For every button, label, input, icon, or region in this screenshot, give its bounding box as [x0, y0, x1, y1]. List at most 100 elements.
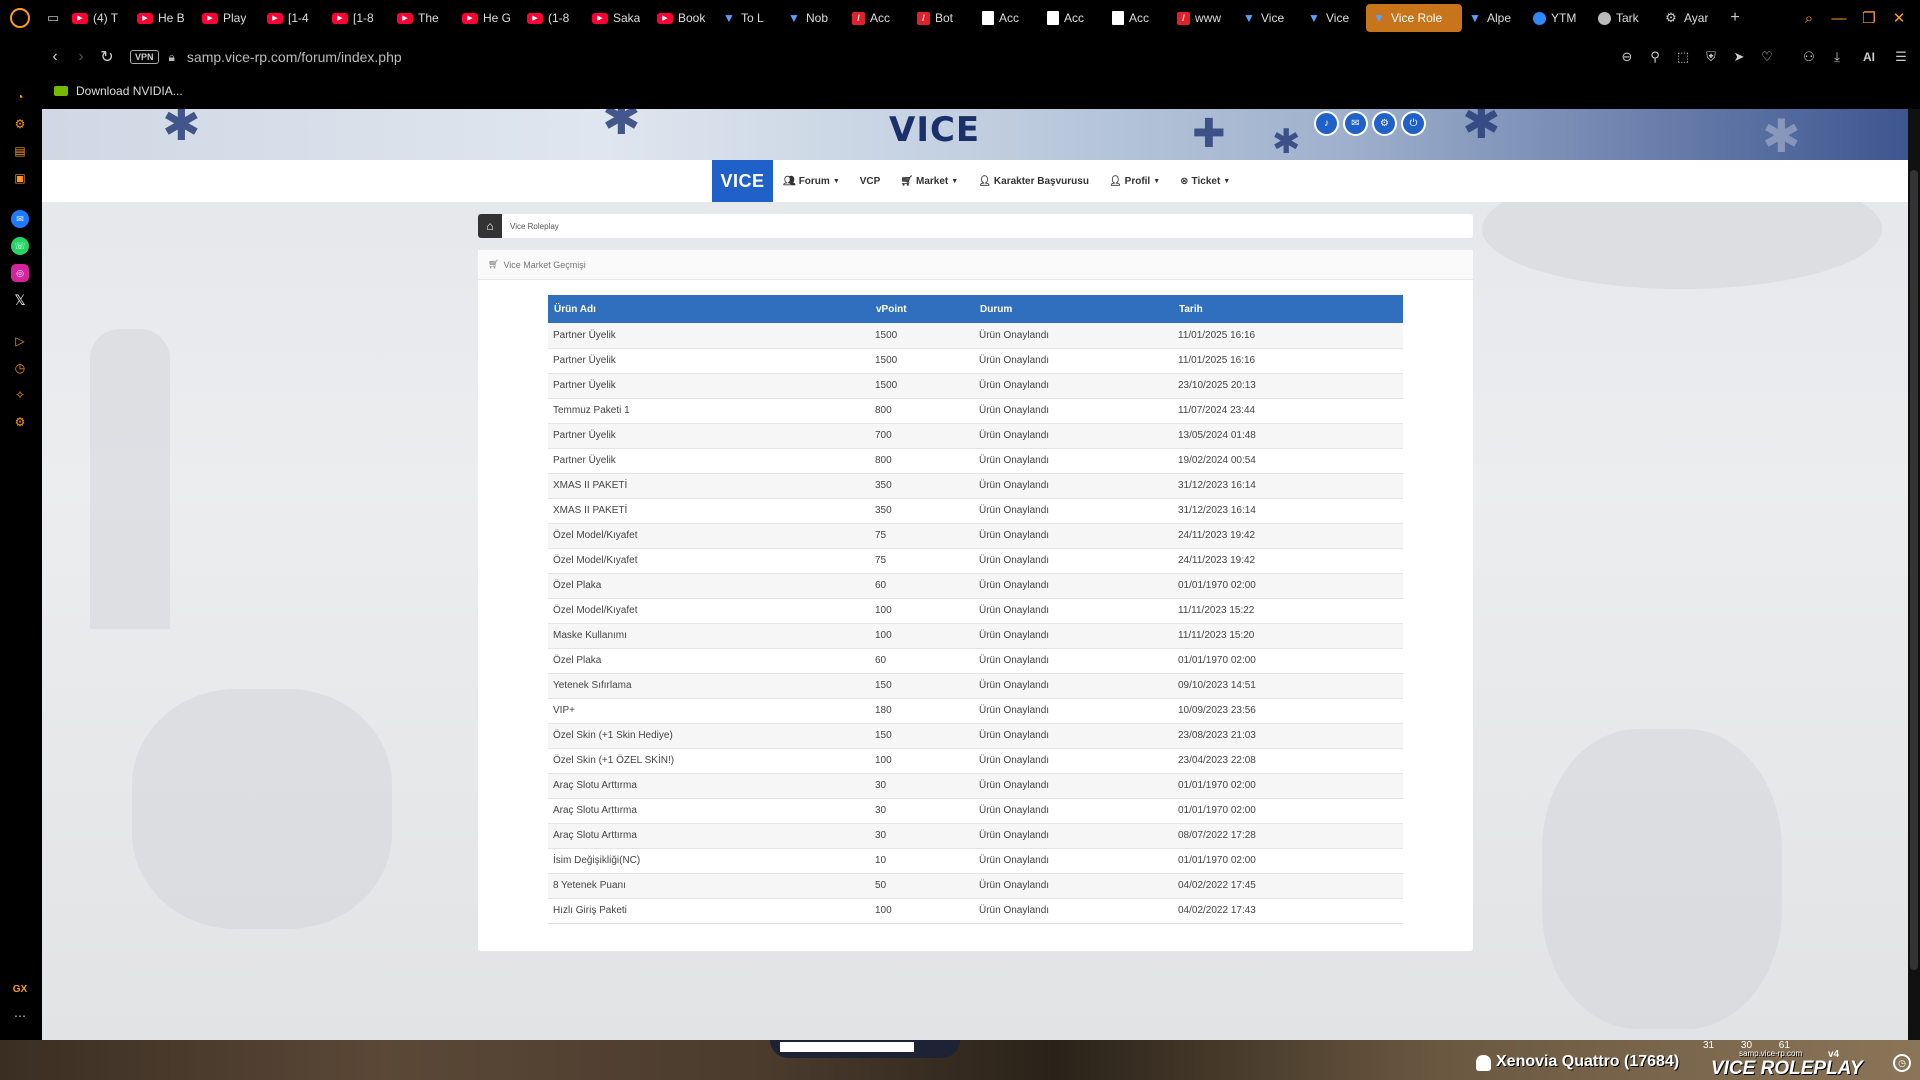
document-icon — [982, 11, 994, 25]
aria-ai-button[interactable]: AI — [1854, 44, 1884, 70]
search-tabs-icon[interactable]: ⌕ — [1796, 5, 1822, 31]
tab-14[interactable]: Acc — [976, 4, 1041, 32]
card-header: 🛒︎ Vice Market Geçmişi — [478, 250, 1473, 280]
pin-icon[interactable]: ⚲ — [1644, 44, 1666, 70]
gx-label[interactable]: GX — [11, 980, 29, 998]
breadcrumb-item[interactable]: Vice Roleplay — [510, 222, 559, 231]
tab-8[interactable]: ▶ Saka — [586, 4, 651, 32]
new-tab-button[interactable]: + — [1722, 7, 1748, 29]
tab-6[interactable]: ▶ He G — [456, 4, 521, 32]
table-cell: 700 — [870, 423, 974, 449]
download-icon[interactable]: ⤓ — [1826, 44, 1848, 70]
home-icon[interactable]: ⌂ — [478, 214, 502, 238]
menu-icon[interactable]: ☰ — [1890, 44, 1912, 70]
zoom-icon[interactable]: ⊖ — [1616, 44, 1638, 70]
history-icon[interactable]: ◷ — [11, 359, 29, 377]
vpn-badge[interactable]: VPN — [130, 50, 159, 64]
table-row: Maske Kullanımı 100 Ürün Onaylandı 11/11/20… — [548, 623, 1403, 649]
tab-20[interactable]: ▼ Vice Role — [1366, 4, 1462, 32]
table-row: XMAS II PAKETİ 350 Ürün Onaylandı 31/12/202… — [548, 473, 1403, 499]
snapshot-icon[interactable]: ⬚ — [1672, 44, 1694, 70]
shield-icon[interactable]: ⛨ — [1700, 44, 1722, 70]
url-field[interactable]: samp.vice-rp.com/forum/index.php — [187, 49, 402, 65]
music-icon[interactable]: ▣ — [11, 169, 29, 187]
nav-item-market[interactable]: 🛒︎ Market ▼ — [900, 176, 958, 187]
tab-2[interactable]: ▶ Play — [196, 4, 261, 32]
tab-13[interactable]: / Bot — [911, 4, 976, 32]
tab-11[interactable]: ▼ Nob — [781, 4, 846, 32]
send-icon[interactable]: ➤ — [1728, 44, 1750, 70]
speed-dial-icon[interactable]: ◔ — [11, 88, 29, 106]
tab-12[interactable]: / Acc — [846, 4, 911, 32]
tab-15[interactable]: Acc — [1041, 4, 1106, 32]
table-cell: 10/09/2023 23:56 — [1173, 698, 1403, 724]
bookmark-item[interactable]: Download NVIDIA... — [76, 84, 183, 98]
tab-23[interactable]: Tark — [1592, 4, 1657, 32]
minimize-button[interactable]: — — [1826, 5, 1852, 31]
more-icon[interactable]: ⋯ — [11, 1007, 29, 1025]
table-cell: 1500 — [870, 348, 974, 374]
tab-0[interactable]: ▶ (4) T — [66, 4, 131, 32]
nav-item-karakter-ba-vurusu[interactable]: 👤︎ Karakter Başvurusu — [978, 176, 1089, 187]
back-button[interactable]: ‹ — [42, 44, 68, 70]
tab-label: Alpe — [1487, 11, 1512, 25]
instagram-icon[interactable]: ◎ — [11, 264, 29, 282]
x-icon[interactable]: 𝕏 — [11, 291, 29, 309]
player-icon[interactable]: ▷ — [11, 332, 29, 350]
winter-vice-logo[interactable]: VICE — [889, 111, 980, 149]
table-cell: 1500 — [870, 373, 974, 399]
table-row: Yetenek Sıfırlama 150 Ürün Onaylandı 09/10/… — [548, 673, 1403, 699]
workspaces-icon[interactable]: ▭ — [40, 0, 66, 36]
nav-item-vcp[interactable]: VCP — [860, 176, 881, 187]
logout-icon[interactable]: ⏻ — [1403, 113, 1424, 134]
caret-down-icon: ▼ — [951, 177, 959, 185]
table-cell: 01/01/1970 02:00 — [1173, 648, 1403, 674]
cog-icon[interactable]: ⚙ — [1374, 113, 1395, 134]
table-cell: 01/01/1970 02:00 — [1173, 798, 1403, 824]
table-cell: 11/11/2023 15:22 — [1173, 598, 1403, 624]
whatsapp-icon[interactable]: ☏ — [11, 237, 29, 255]
gx-control-icon[interactable]: ⚙ — [11, 115, 29, 133]
tab-24[interactable]: ⚙ Ayar — [1657, 4, 1722, 32]
tab-7[interactable]: ▶ (1-8 — [521, 4, 586, 32]
nav-item-forum[interactable]: 👥︎ Forum ▼ — [783, 176, 840, 187]
brand-button[interactable]: VICE — [712, 160, 773, 202]
tab-1[interactable]: ▶ He B — [131, 4, 196, 32]
forward-button[interactable]: › — [68, 44, 94, 70]
table-cell: Araç Slotu Arttırma — [548, 823, 870, 849]
tab-4[interactable]: ▶ [1-8 — [326, 4, 391, 32]
reload-button[interactable]: ↻ — [94, 44, 120, 70]
scrollbar-thumb[interactable] — [1910, 170, 1918, 970]
browser-tab-bar: ▭ ▶ (4) T ▶ He B ▶ Play ▶ [1-4 ▶ [1-8 ▶ The ▶ He G ▶ (1… — [0, 0, 1920, 36]
tab-22[interactable]: YTM — [1527, 4, 1592, 32]
tab-17[interactable]: / www — [1171, 4, 1236, 32]
restore-button[interactable]: ❐ — [1856, 5, 1882, 31]
table-row: Araç Slotu Arttırma 30 Ürün Onaylandı 08/07… — [548, 823, 1403, 849]
nav-item-profil[interactable]: 👤︎ Profil ▼ — [1109, 176, 1160, 187]
settings-icon[interactable]: ⚙ — [11, 413, 29, 431]
close-window-button[interactable]: ✕ — [1886, 5, 1912, 31]
tab-21[interactable]: ▼ Alpe — [1462, 4, 1527, 32]
tab-19[interactable]: ▼ Vice — [1301, 4, 1366, 32]
opera-gx-logo-icon[interactable] — [0, 0, 40, 36]
tab-5[interactable]: ▶ The — [391, 4, 456, 32]
mail-icon[interactable]: ✉ — [1345, 113, 1366, 134]
heart-icon[interactable]: ♡ — [1756, 44, 1778, 70]
tab-3[interactable]: ▶ [1-4 — [261, 4, 326, 32]
extensions-icon[interactable]: ✧ — [11, 386, 29, 404]
bell-icon[interactable]: ♪ — [1316, 113, 1337, 134]
table-cell: 23/04/2023 22:08 — [1173, 748, 1403, 774]
nav-item-ticket[interactable]: ⊗ Ticket ▼ — [1180, 176, 1230, 187]
tab-18[interactable]: ▼ Vice — [1236, 4, 1301, 32]
tab-16[interactable]: Acc — [1106, 4, 1171, 32]
lock-icon[interactable]: 🔒︎ — [169, 50, 175, 65]
tab-10[interactable]: ▼ To L — [716, 4, 781, 32]
table-cell: Ürün Onaylandı — [974, 523, 1173, 549]
gx-corner-icon[interactable]: ▤ — [11, 142, 29, 160]
character-bg-icon — [132, 689, 392, 929]
table-row: Özel Model/Kıyafet 75 Ürün Onaylandı 24/11/… — [548, 548, 1403, 574]
nav-item-label: VCP — [859, 175, 881, 187]
messenger-icon[interactable]: ✉ — [11, 210, 29, 228]
account-icon[interactable]: ⚇ — [1798, 44, 1820, 70]
tab-9[interactable]: ▶ Book — [651, 4, 716, 32]
